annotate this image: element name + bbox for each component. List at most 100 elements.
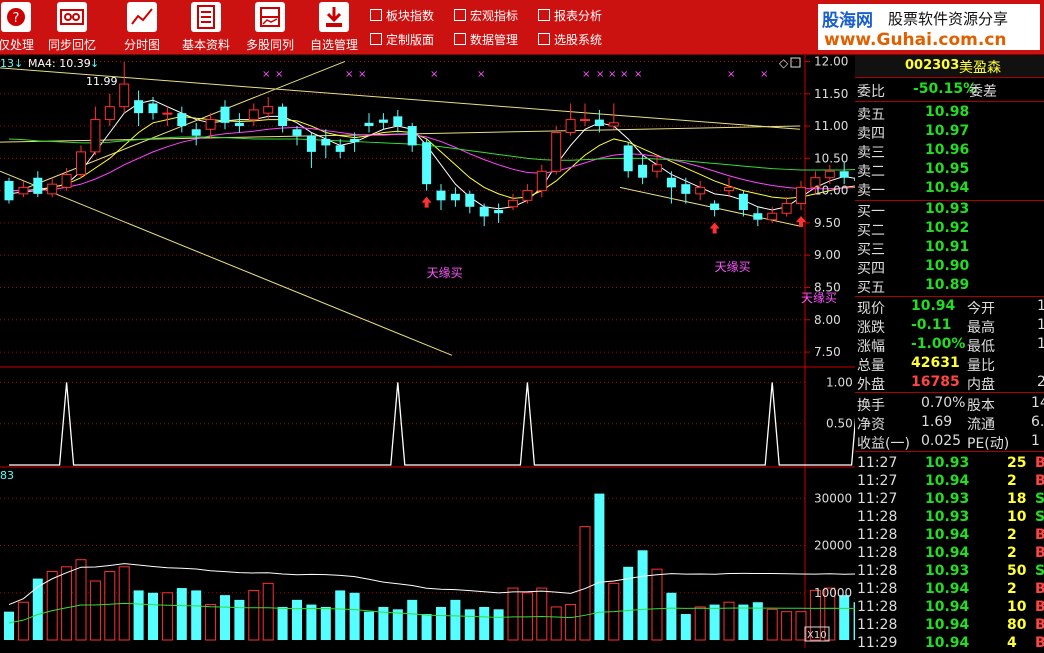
stock-header: 002303 美盈森 <box>855 55 1044 78</box>
diamond-icon[interactable]: ◇ <box>779 56 789 70</box>
stock-code: 002303 <box>905 58 960 73</box>
toolbar-data-management[interactable]: 数据管理 <box>454 30 518 48</box>
database-icon <box>454 33 466 45</box>
toolbar-button-watchlist[interactable]: 自选管理 <box>306 0 362 54</box>
weibi-row: 委比 -50.15% 委差 <box>855 81 1044 100</box>
price-tick-label: 10.50 <box>814 151 848 165</box>
candle-body <box>61 173 72 188</box>
toolbar-report-analysis[interactable]: 报表分析 <box>538 6 602 24</box>
stat-label: 最高 <box>967 320 995 336</box>
signal-marker: × <box>608 69 616 80</box>
tick-volume: 80 <box>1007 617 1027 633</box>
volume-unit-label: X10 <box>807 630 827 641</box>
bid-price: 10.91 <box>925 239 970 255</box>
signal-marker: × <box>477 69 485 80</box>
moving-average-line <box>9 115 855 199</box>
stat-row: 涨跌 -0.11 最高 1 <box>855 317 1044 336</box>
signal-marker: × <box>262 69 270 80</box>
candle-body <box>177 113 187 127</box>
stat-value: 2 <box>1037 374 1044 390</box>
toolbar-stock-screener[interactable]: 选股系统 <box>538 30 602 48</box>
buy-signal-label: 天缘买 <box>715 260 751 274</box>
grid-chart-icon <box>255 2 285 32</box>
toolbar-button-timeshare[interactable]: 分时图 <box>116 0 168 54</box>
volume-bar <box>651 568 663 641</box>
volume-tick-label: 30000 <box>814 491 852 505</box>
candle-body <box>479 206 489 217</box>
stat-row: 总量 42631 量比 <box>855 355 1044 374</box>
divider <box>855 101 1044 102</box>
tick-side: B <box>1035 455 1044 471</box>
arrow-down-icon: ↓ <box>90 57 99 70</box>
volume-bar <box>709 604 720 640</box>
stat-value: 10.94 <box>911 298 956 314</box>
tick-price: 10.94 <box>925 635 970 651</box>
fundamental-value: 6. <box>1031 414 1044 430</box>
candle-body <box>47 183 58 195</box>
price-tick-label: 11.50 <box>814 87 848 101</box>
price-tick-label: 8.50 <box>814 281 841 295</box>
buy-signal-label: 天缘买 <box>427 266 463 280</box>
bid-label: 买四 <box>857 261 885 277</box>
volume-bar <box>464 609 475 640</box>
tick-price: 10.93 <box>925 455 970 471</box>
candle-body <box>494 210 504 214</box>
tick-volume: 2 <box>1007 527 1017 543</box>
tick-side: B <box>1035 581 1044 597</box>
ask-label: 卖三 <box>857 145 885 161</box>
candle-body <box>753 213 763 220</box>
toolbar-sector-index[interactable]: 板块指数 <box>370 6 434 24</box>
volume-chart <box>4 493 855 641</box>
volume-bar <box>507 587 519 641</box>
candle-body <box>162 112 173 115</box>
brand-name: 股海网 <box>822 11 873 31</box>
toolbar-button-basic-info[interactable]: 基本资料 <box>178 0 234 54</box>
tick-side: S <box>1035 491 1044 507</box>
fundamental-label: 收益(一) <box>857 436 910 452</box>
candle-body <box>522 190 533 201</box>
fundamental-label: 股本 <box>967 398 995 414</box>
volume-bar <box>89 580 101 641</box>
tick-row: 11:28 10.94 2 B <box>855 581 1044 599</box>
fundamental-value: 0.025 <box>921 433 962 449</box>
ask-row: 卖五 10.98 <box>855 104 1044 123</box>
toolbar-small-label: 定制版面 <box>386 32 435 47</box>
tick-side: S <box>1035 509 1044 525</box>
bid-row: 买三 10.91 <box>855 239 1044 258</box>
tick-volume: 2 <box>1007 581 1017 597</box>
divider <box>855 451 1044 452</box>
ask-row: 卖四 10.97 <box>855 123 1044 142</box>
toolbar-custom-layout[interactable]: 定制版面 <box>370 30 434 48</box>
candle-body <box>652 164 662 172</box>
tick-side: B <box>1035 635 1044 651</box>
candle-body <box>465 193 475 207</box>
svg-text:?: ? <box>13 11 20 26</box>
tick-time: 11:28 <box>857 581 898 597</box>
bars-icon <box>454 9 466 21</box>
volume-bar <box>161 592 173 641</box>
candle-body <box>422 142 432 185</box>
tick-row: 11:28 10.93 10 S <box>855 509 1044 527</box>
candle-body <box>18 186 29 195</box>
toolbar-button-sync-recall[interactable]: 同步回忆 <box>44 0 100 54</box>
weibi-value: -50.15% <box>913 81 978 97</box>
signal-marker: × <box>582 69 590 80</box>
ask-row: 卖三 10.96 <box>855 142 1044 161</box>
tick-side: B <box>1035 545 1044 561</box>
document-icon <box>191 2 221 32</box>
tick-time: 11:28 <box>857 509 898 525</box>
toolbar-button-multi-stock[interactable]: 多股同列 <box>242 0 298 54</box>
fundamental-label: 净资 <box>857 417 885 433</box>
toolbar-button-process[interactable]: ? 仅处理 <box>0 0 36 54</box>
fundamental-label: 流通 <box>967 417 995 433</box>
tick-price: 10.94 <box>925 599 970 615</box>
tick-row: 11:28 10.94 2 B <box>855 545 1044 563</box>
chart-area[interactable]: × × × × × × × × × × × × ×天缘买 天缘买天缘买 12.0011.5011.0010… <box>0 55 855 648</box>
stat-label: 涨跌 <box>857 320 885 336</box>
volume-bar <box>479 606 490 640</box>
volume-bar <box>550 606 562 641</box>
window-icon[interactable] <box>790 57 801 68</box>
toolbar-macro-indicator[interactable]: 宏观指标 <box>454 6 518 24</box>
signal-marker: × <box>596 69 604 80</box>
volume-bar <box>205 604 217 641</box>
